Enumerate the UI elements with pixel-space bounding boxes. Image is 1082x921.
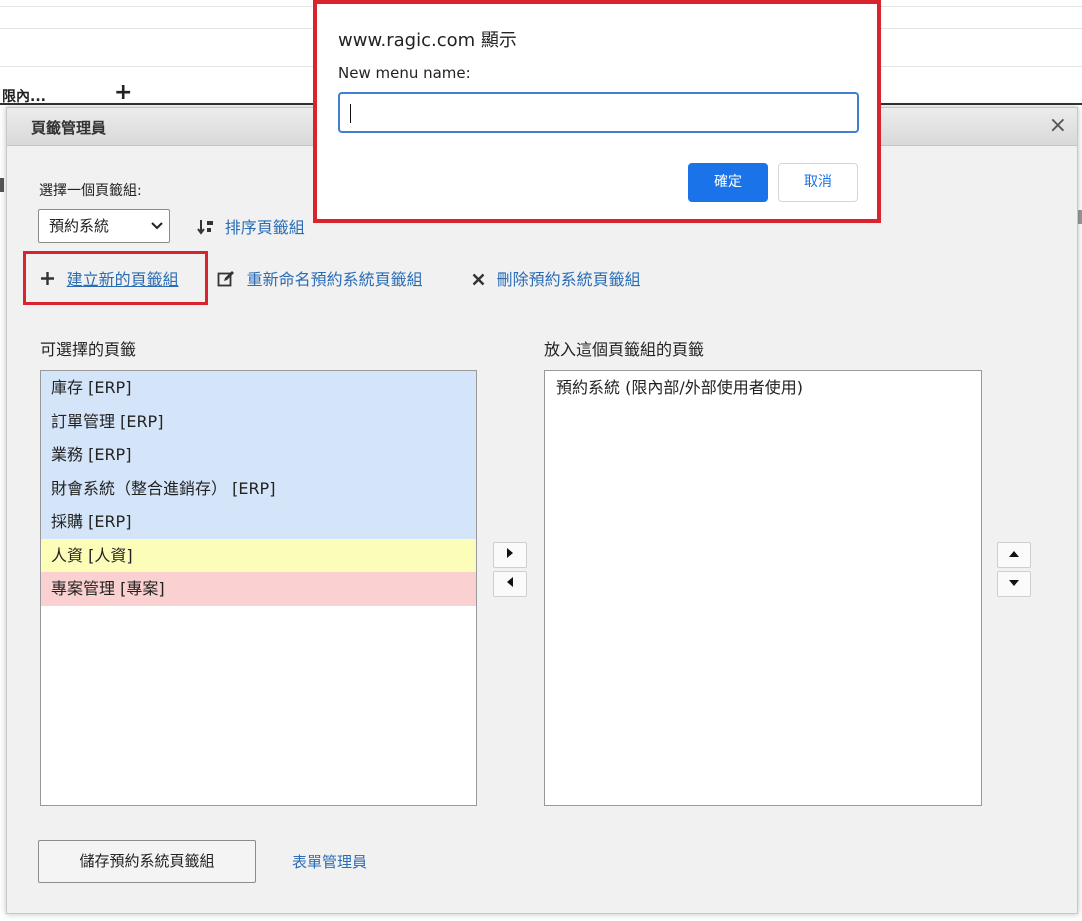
- caret-up-icon: [1009, 551, 1019, 557]
- list-item[interactable]: 專案管理 [專案]: [41, 572, 476, 606]
- tab-manager-dialog: 頁籤管理員 × 選擇一個頁籤組: 預約系統 排序頁籤組 建立新的頁籤組 重新命名…: [6, 107, 1078, 914]
- assigned-tabs-title: 放入這個頁籤組的頁籤: [544, 340, 705, 359]
- move-left-button[interactable]: [493, 571, 527, 597]
- list-item[interactable]: 預約系統 (限內部/外部使用者使用): [545, 371, 981, 405]
- close-icon: [472, 270, 491, 289]
- ok-button[interactable]: 確定: [688, 163, 768, 202]
- save-tab-group-button[interactable]: 儲存預約系統頁籤組: [38, 840, 256, 883]
- text-caret: [350, 104, 351, 123]
- page-edge-mark: [0, 178, 4, 192]
- list-item[interactable]: 人資 [人資]: [41, 538, 476, 572]
- move-right-button[interactable]: [493, 542, 527, 568]
- rename-tab-group-link[interactable]: 重新命名預約系統頁籤組: [217, 266, 423, 290]
- caret-right-icon: [507, 548, 513, 558]
- list-item[interactable]: 庫存 [ERP]: [41, 371, 476, 405]
- select-group-label: 選擇一個頁籤組:: [39, 183, 142, 199]
- move-up-button[interactable]: [997, 542, 1031, 568]
- rename-tab-group-label: 重新命名預約系統頁籤組: [246, 270, 423, 289]
- create-tab-group-link[interactable]: 建立新的頁籤組: [40, 266, 179, 290]
- delete-tab-group-link[interactable]: 刪除預約系統頁籤組: [472, 266, 641, 290]
- caret-left-icon: [507, 577, 513, 587]
- sort-tab-groups-link[interactable]: 排序頁籤組: [197, 214, 305, 238]
- delete-tab-group-label: 刪除預約系統頁籤組: [496, 270, 641, 289]
- list-item[interactable]: 訂單管理 [ERP]: [41, 404, 476, 438]
- chevron-down-icon: [151, 210, 163, 254]
- form-manager-link[interactable]: 表單管理員: [292, 851, 367, 872]
- prompt-dialog: www.ragic.com 顯示 New menu name: 確定 取消: [313, 0, 881, 223]
- tab-group-select[interactable]: 預約系統: [38, 209, 170, 243]
- page-edge-mark: [1078, 210, 1082, 224]
- prompt-title: www.ragic.com 顯示: [338, 30, 517, 51]
- list-item[interactable]: 財會系統（整合進銷存） [ERP]: [41, 471, 476, 505]
- move-down-button[interactable]: [997, 571, 1031, 597]
- caret-down-icon: [1009, 580, 1019, 586]
- dialog-title: 頁籤管理員: [31, 119, 107, 137]
- close-icon[interactable]: ×: [1049, 113, 1067, 139]
- create-tab-group-label: 建立新的頁籤組: [66, 270, 179, 289]
- assigned-tabs-list[interactable]: 預約系統 (限內部/外部使用者使用): [544, 370, 982, 806]
- plus-icon: [40, 270, 61, 289]
- sort-icon: [197, 219, 220, 237]
- sort-tab-groups-label: 排序頁籤組: [224, 218, 305, 237]
- add-tab-button[interactable]: +: [114, 81, 132, 105]
- menu-name-input[interactable]: [338, 92, 859, 133]
- selected-group-value: 預約系統: [49, 217, 110, 235]
- list-item[interactable]: 業務 [ERP]: [41, 438, 476, 472]
- list-item[interactable]: 採購 [ERP]: [41, 505, 476, 539]
- prompt-message: New menu name:: [338, 64, 471, 82]
- cancel-button[interactable]: 取消: [778, 163, 858, 202]
- available-tabs-list[interactable]: 庫存 [ERP] 訂單管理 [ERP] 業務 [ERP] 財會系統（整合進銷存）…: [40, 370, 477, 806]
- available-tabs-title: 可選擇的頁籤: [40, 340, 137, 359]
- edit-icon: [217, 270, 241, 289]
